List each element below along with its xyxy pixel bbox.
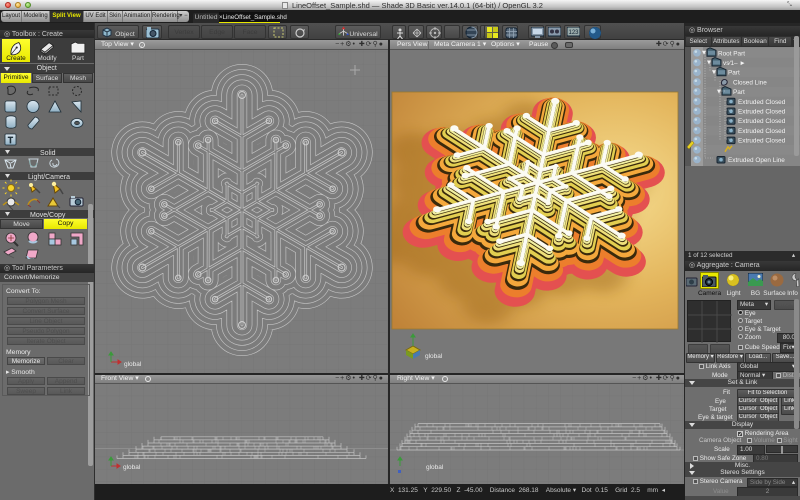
svg-text:Closed Line: Closed Line <box>733 79 767 86</box>
svg-text:vs⁄1– ►: vs⁄1– ► <box>723 60 746 67</box>
svg-text:global: global <box>426 464 444 471</box>
svg-text:T: T <box>8 136 13 145</box>
svg-text:123: 123 <box>568 30 579 36</box>
svg-text:Extruded Closed: Extruded Closed <box>738 138 786 145</box>
svg-text:Extruded Closed: Extruded Closed <box>738 109 786 116</box>
svg-text:global: global <box>425 353 443 360</box>
svg-text:Extruded Closed: Extruded Closed <box>738 128 786 135</box>
svg-text:Solid: Solid <box>40 150 56 157</box>
svg-text:Extruded Closed: Extruded Closed <box>738 118 786 125</box>
svg-text:Part: Part <box>733 89 745 96</box>
svg-text:global: global <box>123 464 141 471</box>
svg-text:Extruded Open Line: Extruded Open Line <box>728 157 785 164</box>
svg-text:Root Part: Root Part <box>718 50 745 57</box>
svg-text:Part: Part <box>728 70 740 77</box>
svg-text:Move/Copy: Move/Copy <box>30 212 66 219</box>
svg-text:Extruded Closed: Extruded Closed <box>738 99 786 106</box>
svg-text:global: global <box>124 361 142 368</box>
svg-text:Light/Camera: Light/Camera <box>28 174 70 181</box>
